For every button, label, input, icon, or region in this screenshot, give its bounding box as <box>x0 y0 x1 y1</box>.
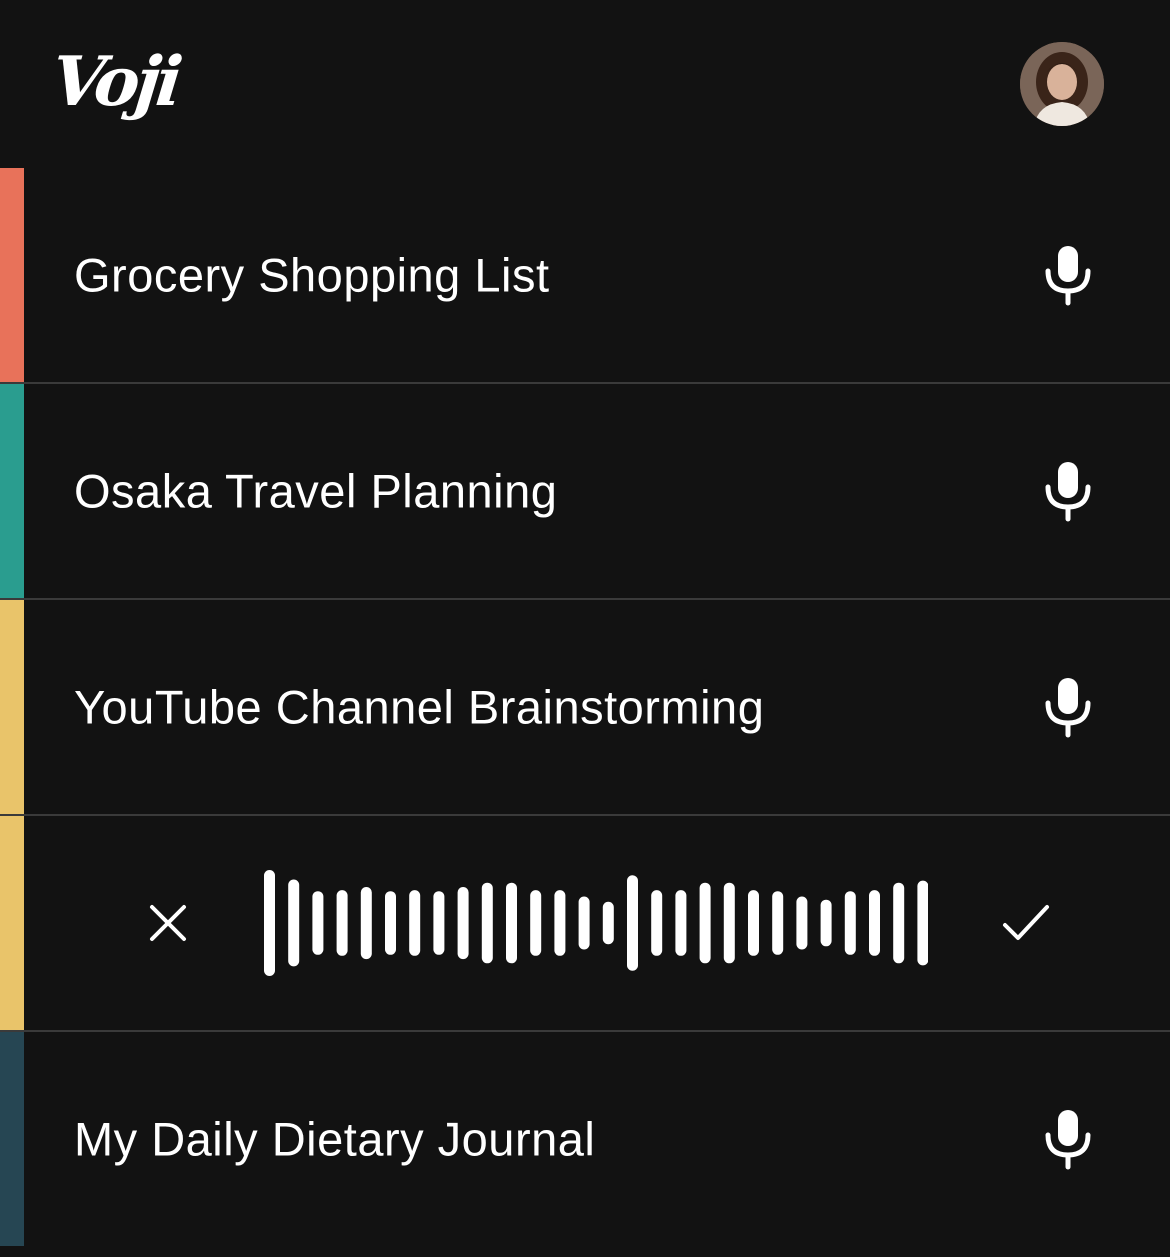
waveform-bar <box>433 891 445 955</box>
waveform-bar <box>748 890 759 956</box>
waveform-bar <box>409 890 421 956</box>
waveform-bar <box>602 901 614 945</box>
waveform-bar <box>288 879 300 967</box>
close-icon[interactable] <box>146 901 190 945</box>
waveform-bar <box>844 891 856 955</box>
waveform-bar <box>869 890 880 956</box>
waveform-bar <box>651 890 663 956</box>
list-item[interactable]: Grocery Shopping List <box>0 168 1170 384</box>
waveform-bar <box>530 890 542 956</box>
list-item[interactable]: YouTube Channel Brainstorming <box>0 600 1170 816</box>
waveform-bar <box>772 891 784 955</box>
waveform-bar <box>820 899 832 947</box>
waveform-bar <box>506 882 517 964</box>
color-stripe <box>0 600 24 814</box>
recording-row <box>0 816 1170 1032</box>
waveform-bar <box>917 880 928 966</box>
waveform-bar <box>796 896 808 950</box>
color-stripe <box>0 384 24 598</box>
waveform-bar <box>385 891 396 955</box>
waveform-bar <box>360 887 372 960</box>
waveform-bar <box>264 870 275 976</box>
list-item[interactable]: My Daily Dietary Journal <box>0 1032 1170 1246</box>
color-stripe <box>0 1032 24 1246</box>
avatar-image <box>1020 42 1104 126</box>
notes-list: Grocery Shopping List Osaka Travel Plann… <box>0 168 1170 1246</box>
microphone-icon[interactable] <box>1043 676 1093 738</box>
waveform-bar <box>578 896 590 950</box>
note-title[interactable]: YouTube Channel Brainstorming <box>74 680 764 735</box>
avatar[interactable] <box>1020 42 1104 126</box>
microphone-icon[interactable] <box>1043 244 1093 306</box>
waveform-bar <box>723 882 735 964</box>
waveform-bar <box>627 875 638 971</box>
waveform-bar <box>336 890 348 956</box>
waveform-bar <box>675 890 687 956</box>
waveform-bar <box>457 887 469 960</box>
list-item[interactable]: Osaka Travel Planning <box>0 384 1170 600</box>
color-stripe <box>0 816 24 1030</box>
waveform-bar <box>481 882 493 964</box>
microphone-icon[interactable] <box>1043 460 1093 522</box>
waveform-bar <box>312 891 324 955</box>
waveform-bar <box>893 882 905 964</box>
note-title[interactable]: Osaka Travel Planning <box>74 464 557 519</box>
note-title[interactable]: Grocery Shopping List <box>74 248 550 303</box>
checkmark-icon[interactable] <box>1000 901 1052 945</box>
app-header: Voji <box>0 0 1170 168</box>
waveform-bar <box>699 882 711 964</box>
note-title[interactable]: My Daily Dietary Journal <box>74 1112 595 1167</box>
audio-waveform <box>264 870 928 976</box>
color-stripe <box>0 168 24 382</box>
voji-logo[interactable]: Voji <box>48 42 183 122</box>
microphone-icon[interactable] <box>1043 1108 1093 1170</box>
waveform-bar <box>554 890 566 956</box>
